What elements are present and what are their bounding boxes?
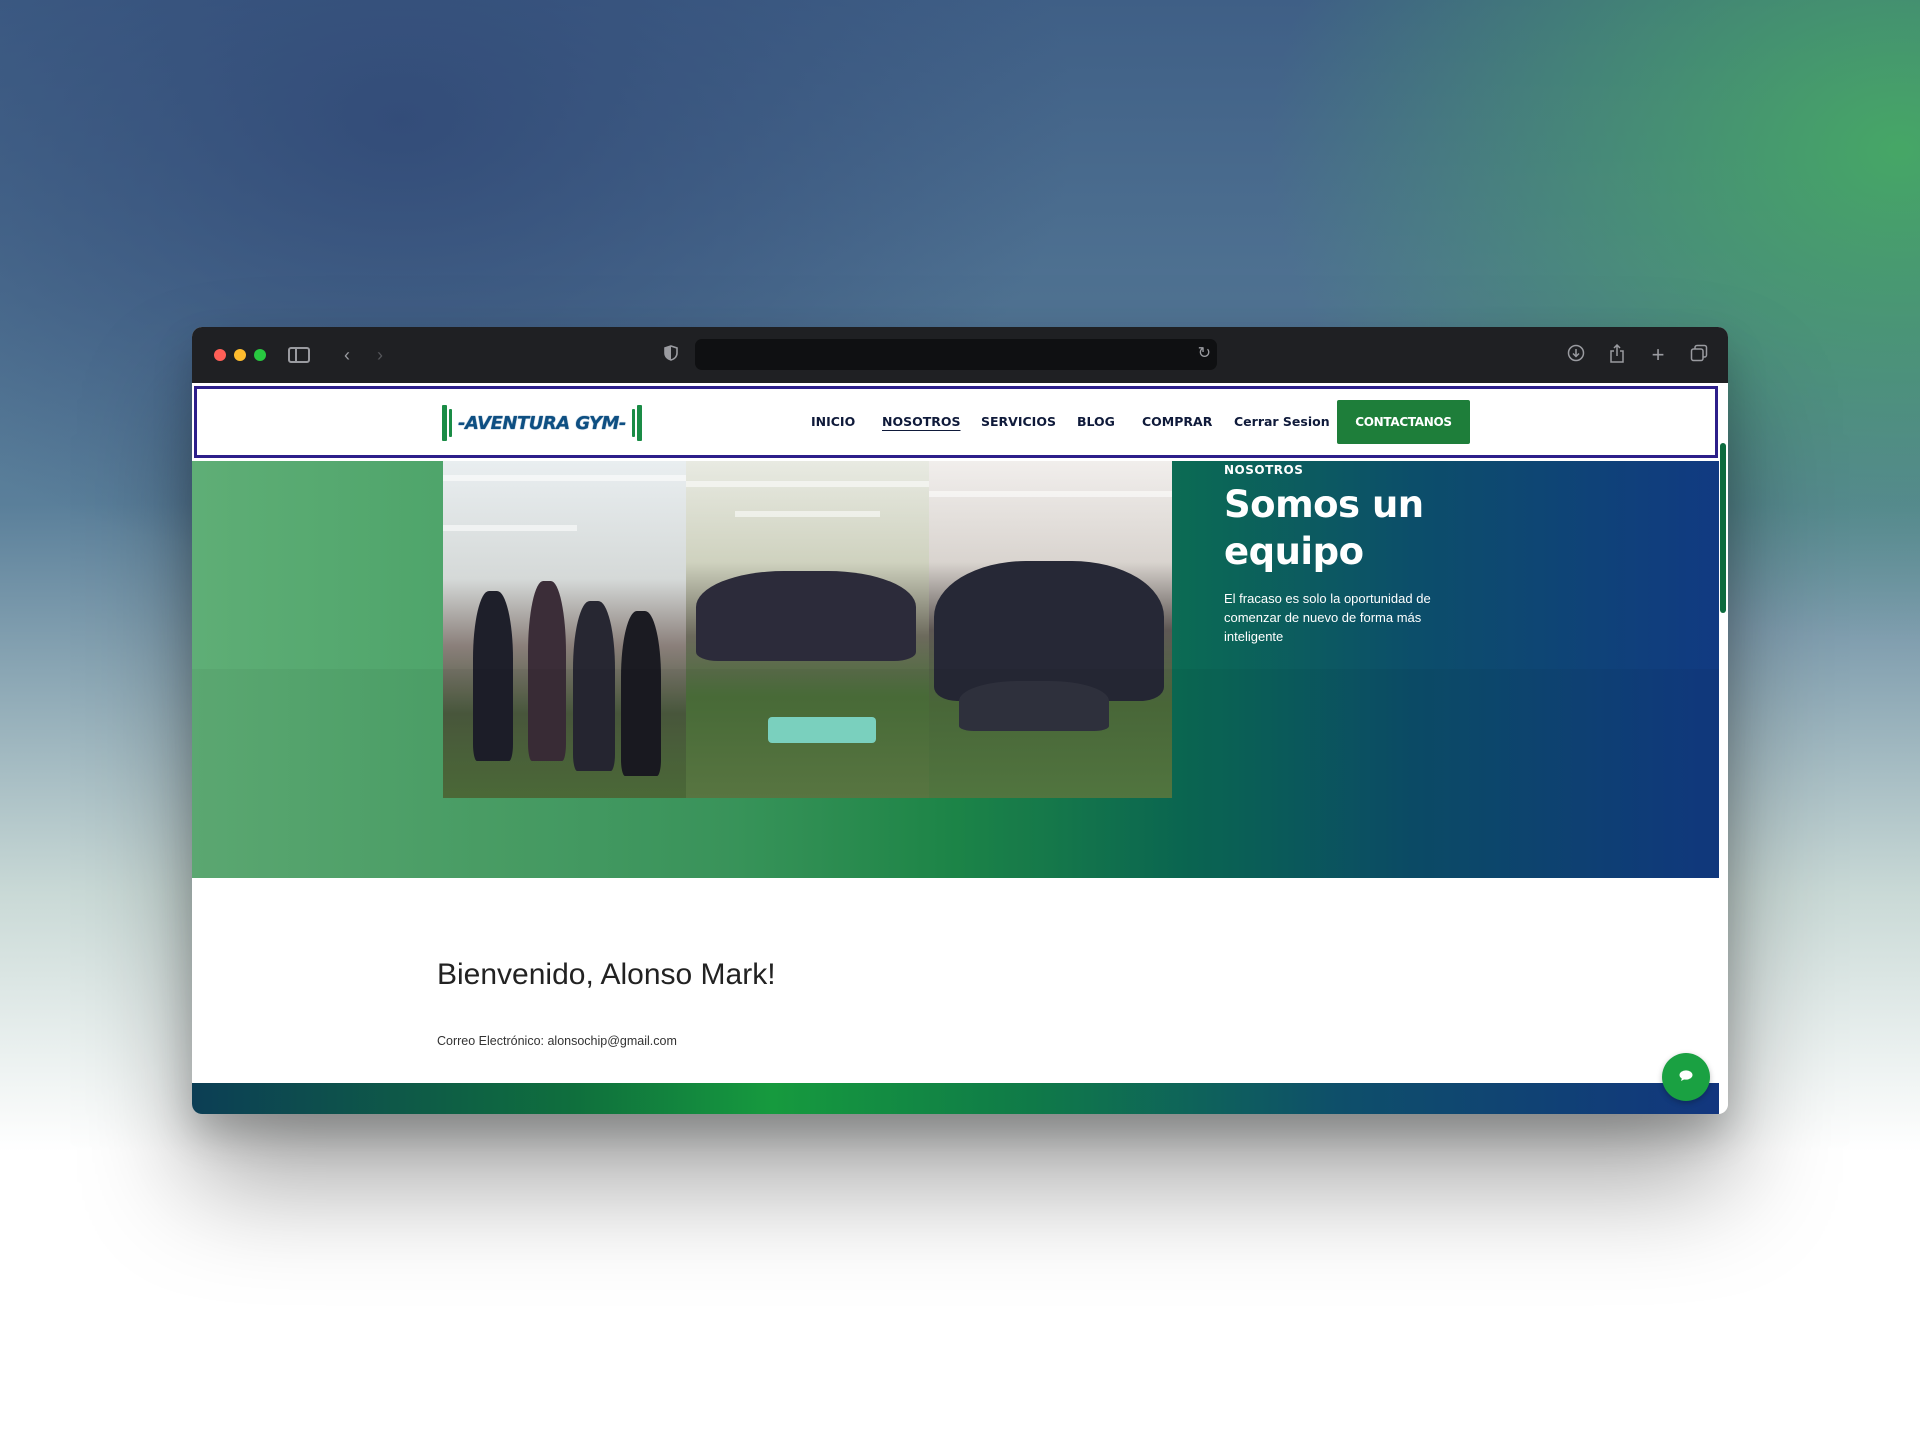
sidebar-icon[interactable]: [288, 347, 310, 363]
nav-blog[interactable]: BLOG: [1077, 414, 1115, 429]
browser-toolbar: ‹ › ↻ +: [192, 327, 1728, 383]
nav-inicio[interactable]: INICIO: [811, 414, 855, 429]
step-platform: [768, 717, 876, 743]
hero-kicker: NOSOTROS: [1224, 463, 1304, 477]
reload-icon[interactable]: ↻: [1198, 343, 1211, 363]
main-nav: INICIO NOSOTROS SERVICIOS BLOG COMPRAR C…: [197, 389, 1715, 455]
footer-band: [192, 1083, 1719, 1114]
gym-photo-3: [929, 461, 1172, 798]
browser-window: ‹ › ↻ + -AVENTURA GYM- INICIO NOSOTROS S…: [192, 327, 1728, 1114]
welcome-heading: Bienvenido, Alonso Mark!: [437, 958, 776, 991]
nav-servicios[interactable]: SERVICIOS: [981, 414, 1056, 429]
hero-subtitle: El fracaso es solo la oportunidad de com…: [1224, 591, 1431, 644]
maximize-window-button[interactable]: [254, 349, 266, 361]
address-bar[interactable]: ↻: [695, 339, 1217, 370]
gym-photo-1: [443, 461, 686, 798]
download-icon[interactable]: [1564, 344, 1588, 366]
web-page: -AVENTURA GYM- INICIO NOSOTROS SERVICIOS…: [192, 383, 1728, 1114]
profile-section: Bienvenido, Alonso Mark! Correo Electrón…: [192, 878, 1719, 1083]
shield-icon[interactable]: [659, 344, 683, 366]
new-tab-icon[interactable]: +: [1646, 344, 1670, 366]
hero-section: NOSOTROS Somos un equipo El fracaso es s…: [192, 461, 1719, 878]
nav-nosotros[interactable]: NOSOTROS: [882, 414, 961, 429]
nav-cerrar-sesion[interactable]: Cerrar Sesion: [1234, 414, 1330, 429]
back-icon[interactable]: ‹: [335, 344, 359, 366]
tabs-overview-icon[interactable]: [1687, 344, 1711, 366]
minimize-window-button[interactable]: [234, 349, 246, 361]
forward-icon[interactable]: ›: [368, 344, 392, 366]
hero-title: Somos un equipo: [1224, 483, 1424, 573]
page-scrollbar[interactable]: [1720, 443, 1726, 613]
gym-photo-2: [686, 461, 929, 798]
close-window-button[interactable]: [214, 349, 226, 361]
hero-text-block: NOSOTROS Somos un equipo El fracaso es s…: [1224, 461, 1474, 646]
chat-bubble-icon: [1679, 1068, 1693, 1086]
site-header: -AVENTURA GYM- INICIO NOSOTROS SERVICIOS…: [194, 386, 1718, 458]
share-icon[interactable]: [1605, 343, 1629, 366]
chat-button[interactable]: [1662, 1053, 1710, 1101]
user-email: Correo Electrónico: alonsochip@gmail.com: [437, 1034, 677, 1048]
nav-comprar[interactable]: COMPRAR: [1142, 414, 1212, 429]
contact-button[interactable]: CONTACTANOS: [1337, 400, 1470, 444]
